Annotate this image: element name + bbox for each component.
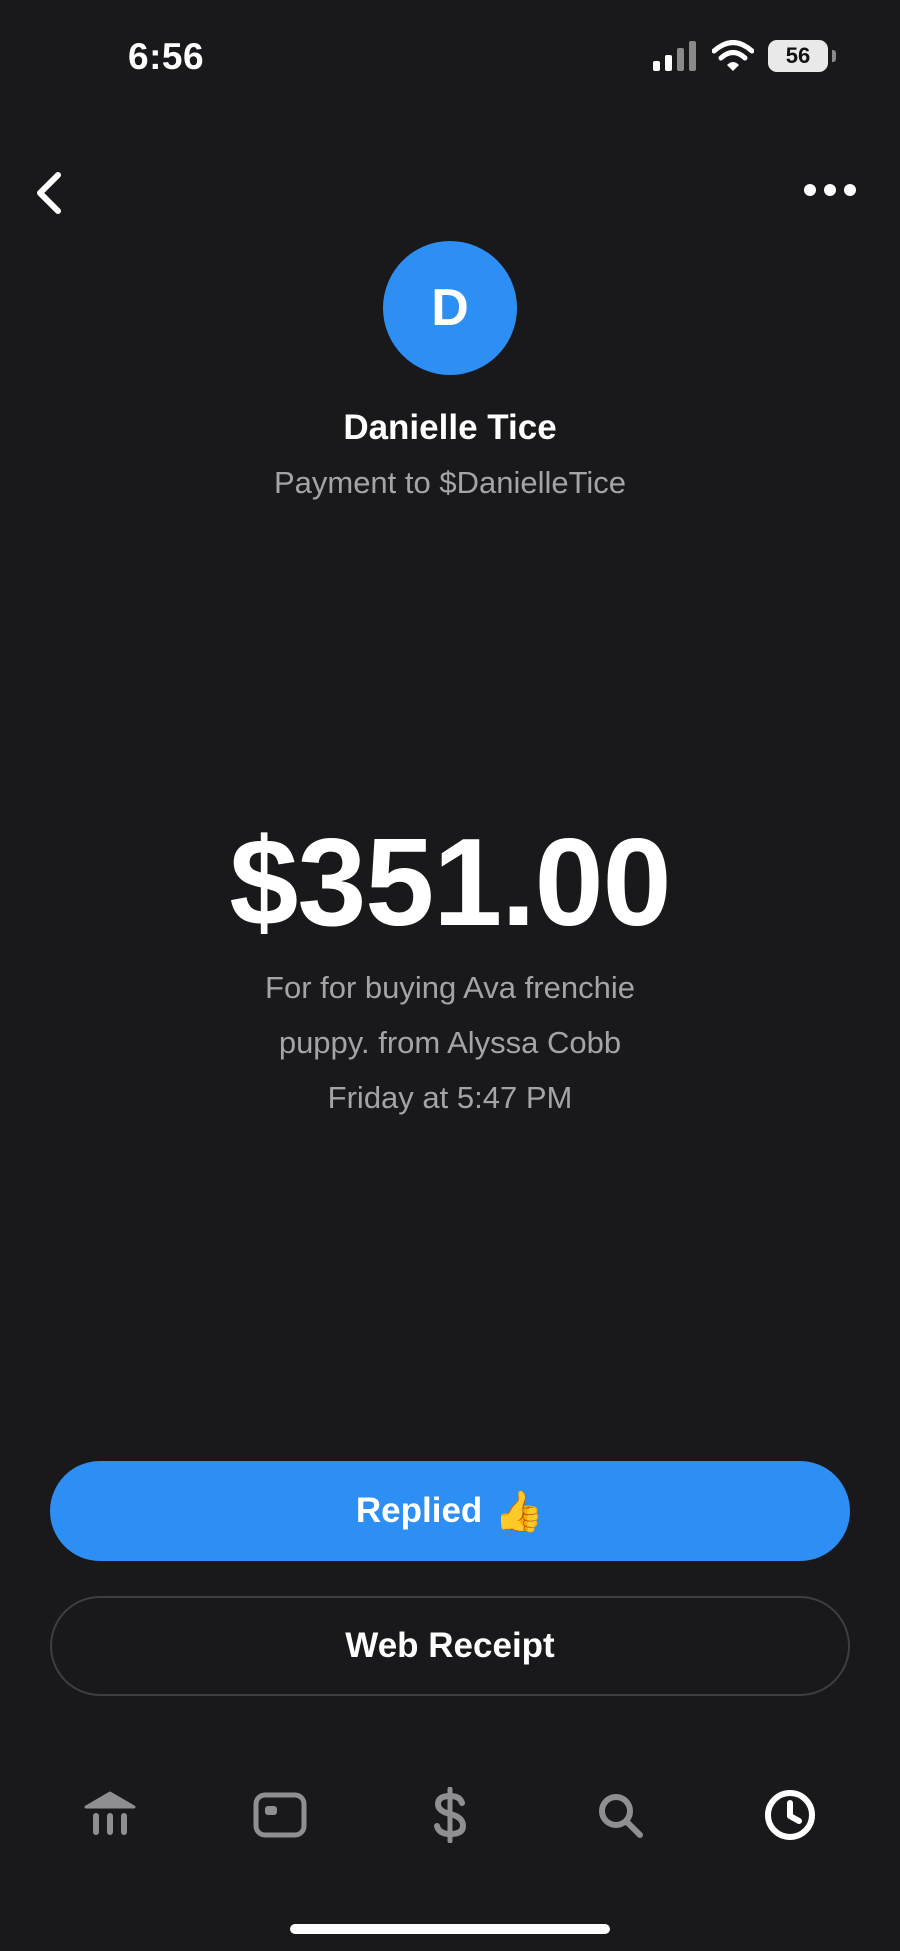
note-line-2: puppy. from Alyssa Cobb xyxy=(278,1025,622,1060)
search-icon xyxy=(599,1794,643,1838)
web-receipt-button[interactable]: Web Receipt xyxy=(50,1596,850,1696)
status-bar: 6:56 56 xyxy=(0,0,900,120)
home-indicator xyxy=(290,1924,610,1934)
avatar[interactable]: D xyxy=(383,241,517,375)
card-icon xyxy=(253,1792,307,1838)
thumbs-up-icon: 👍 xyxy=(494,1489,545,1534)
tab-bar xyxy=(0,1770,900,1880)
status-icons: 56 xyxy=(652,40,836,72)
battery-level: 56 xyxy=(785,43,811,68)
dollar-icon xyxy=(434,1787,467,1843)
recipient-name: Danielle Tice xyxy=(343,408,557,447)
chevron-left-icon xyxy=(37,172,61,214)
payment-amount: $351.00 xyxy=(229,814,671,952)
replied-button[interactable]: Replied 👍 xyxy=(50,1461,850,1561)
back-button[interactable] xyxy=(28,165,72,221)
note-line-1: For for buying Ava frenchie xyxy=(265,970,635,1005)
web-receipt-label: Web Receipt xyxy=(345,1626,555,1665)
battery-icon: 56 xyxy=(768,40,836,72)
replied-label: Replied xyxy=(355,1491,483,1530)
tab-card[interactable] xyxy=(235,1770,325,1860)
signal-icon xyxy=(653,41,696,71)
tab-banking[interactable] xyxy=(65,1770,155,1860)
status-time: 6:56 xyxy=(128,36,205,77)
wifi-icon xyxy=(712,40,754,71)
payment-date: Friday at 5:47 PM xyxy=(327,1080,573,1115)
payment-note: For for buying Ava frenchie puppy. from … xyxy=(0,960,900,1125)
ellipsis-icon xyxy=(804,184,856,196)
tab-pay[interactable] xyxy=(405,1770,495,1860)
more-options-button[interactable] xyxy=(800,175,860,205)
clock-icon xyxy=(765,1790,815,1840)
recipient-cashtag: Payment to $DanielleTice xyxy=(273,465,627,500)
tab-search[interactable] xyxy=(575,1770,665,1860)
tab-activity[interactable] xyxy=(745,1770,835,1860)
bank-icon xyxy=(84,1791,136,1835)
